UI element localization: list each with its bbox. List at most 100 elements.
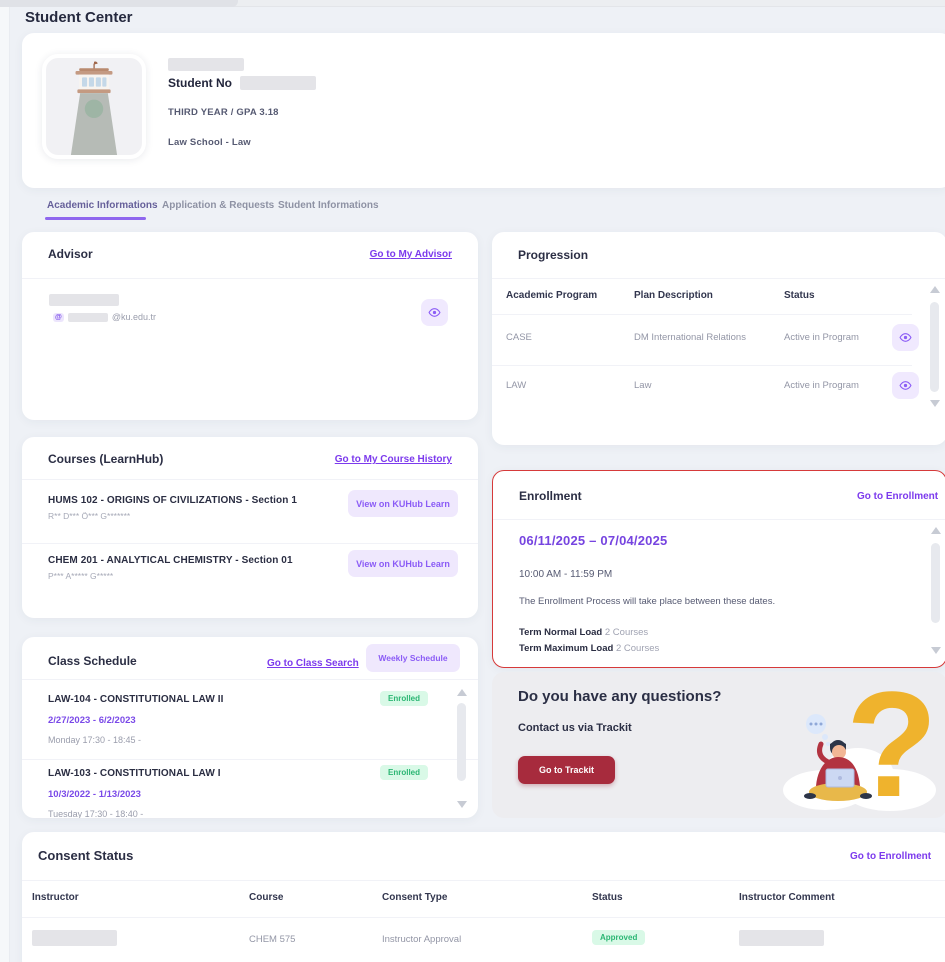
go-to-enrollment-link[interactable]: Go to Enrollment: [850, 851, 931, 862]
course-title: CHEM 201 - ANALYTICAL CHEMISTRY - Sectio…: [48, 555, 293, 566]
enrollment-date-range: 06/11/2025 – 07/04/2025: [519, 533, 667, 548]
left-panel-edge: [0, 7, 10, 962]
questions-card: Do you have any questions? Contact us vi…: [492, 672, 945, 818]
column-header-plan-description: Plan Description: [634, 290, 713, 301]
scrollbar-thumb[interactable]: [931, 543, 940, 623]
progression-card: Progression Academic Program Plan Descri…: [492, 232, 945, 445]
schedule-time: Monday 17:30 - 18:45 -: [48, 735, 141, 745]
normal-load-value: 2 Courses: [605, 627, 648, 638]
advisor-email-redacted: [68, 313, 108, 322]
view-on-kuhub-learn-button[interactable]: View on KUHub Learn: [348, 490, 458, 517]
progression-view-button[interactable]: [892, 372, 919, 399]
divider: [22, 917, 945, 918]
scroll-up-arrow[interactable]: [931, 527, 941, 534]
plan-cell: Law: [634, 380, 651, 391]
progression-view-button[interactable]: [892, 324, 919, 351]
class-schedule-card: Class Schedule Go to Class Search Weekly…: [22, 637, 478, 818]
column-header-consent-type: Consent Type: [382, 892, 447, 903]
student-center-page: Student Center Student No THI: [0, 0, 945, 962]
divider: [22, 759, 478, 760]
go-to-trackit-button[interactable]: Go to Trackit: [518, 756, 615, 784]
enrolled-badge: Enrolled: [380, 765, 428, 780]
max-load-value: 2 Courses: [616, 643, 659, 654]
divider: [493, 519, 945, 520]
status-cell: Active in Program: [784, 380, 859, 391]
student-no-redacted: [240, 76, 316, 90]
enrollment-time-range: 10:00 AM - 11:59 PM: [519, 569, 612, 580]
page-title: Student Center: [25, 9, 133, 26]
scroll-down-arrow[interactable]: [457, 801, 467, 808]
instructor-comment-redacted: [739, 930, 824, 946]
consent-status-card: Consent Status Go to Enrollment Instruct…: [22, 832, 945, 962]
scroll-up-arrow[interactable]: [930, 286, 940, 293]
progression-title: Progression: [518, 248, 588, 262]
active-tab-underline: [45, 217, 146, 220]
avatar: [42, 54, 146, 159]
schedule-course-title: LAW-103 - CONSTITUTIONAL LAW I: [48, 768, 221, 779]
consent-status-title: Consent Status: [38, 848, 133, 863]
divider: [22, 543, 478, 544]
divider: [22, 479, 478, 480]
schedule-time: Tuesday 17:30 - 18:40 -: [48, 809, 143, 818]
scroll-down-arrow[interactable]: [930, 400, 940, 407]
enrollment-card: Enrollment Go to Enrollment 06/11/2025 –…: [492, 470, 945, 668]
advisor-title: Advisor: [48, 247, 93, 261]
divider: [492, 314, 912, 315]
column-header-academic-program: Academic Program: [506, 290, 597, 301]
year-gpa-text: THIRD YEAR / GPA 3.18: [168, 107, 279, 118]
max-load-label: Term Maximum Load: [519, 643, 613, 654]
divider: [22, 278, 478, 279]
column-header-status: Status: [592, 892, 623, 903]
class-schedule-title: Class Schedule: [48, 654, 137, 668]
view-on-kuhub-learn-button[interactable]: View on KUHub Learn: [348, 550, 458, 577]
weekly-schedule-button[interactable]: Weekly Schedule: [366, 644, 460, 672]
scroll-down-arrow[interactable]: [931, 647, 941, 654]
scrollbar-thumb[interactable]: [457, 703, 466, 781]
consent-type-cell: Instructor Approval: [382, 934, 461, 945]
advisor-view-button[interactable]: [421, 299, 448, 326]
schedule-course-title: LAW-104 - CONSTITUTIONAL LAW II: [48, 694, 224, 705]
status-cell: Active in Program: [784, 332, 859, 343]
enrollment-description: The Enrollment Process will take place b…: [519, 593, 829, 610]
profile-card: Student No THIRD YEAR / GPA 3.18 Law Sch…: [22, 33, 945, 188]
schedule-dates: 10/3/2022 - 1/13/2023: [48, 789, 141, 800]
window-chrome-strip: [0, 0, 945, 7]
program-cell: LAW: [506, 380, 526, 391]
clock-tower-illustration: [46, 58, 142, 155]
enrolled-badge: Enrolled: [380, 691, 428, 706]
eye-icon: [899, 379, 912, 392]
tab-student-informations[interactable]: Student Informations: [278, 200, 379, 211]
column-header-instructor-comment: Instructor Comment: [739, 892, 835, 903]
browser-tab-edge: [0, 0, 238, 7]
question-mark-illustration: ?: [780, 678, 940, 813]
divider: [22, 679, 478, 680]
enrollment-title: Enrollment: [519, 489, 582, 503]
go-to-course-history-link[interactable]: Go to My Course History: [335, 454, 452, 465]
school-text: Law School - Law: [168, 137, 251, 148]
student-name-redacted: [168, 58, 244, 71]
scroll-up-arrow[interactable]: [457, 689, 467, 696]
schedule-dates: 2/27/2023 - 6/2/2023: [48, 715, 136, 726]
go-to-class-search-link[interactable]: Go to Class Search: [267, 658, 359, 669]
column-header-course: Course: [249, 892, 283, 903]
program-cell: CASE: [506, 332, 532, 343]
eye-icon: [428, 306, 441, 319]
tab-application-requests[interactable]: Application & Requests: [162, 200, 274, 211]
column-header-instructor: Instructor: [32, 892, 79, 903]
go-to-my-advisor-link[interactable]: Go to My Advisor: [370, 249, 452, 260]
advisor-card: Advisor Go to My Advisor @ @ku.edu.tr: [22, 232, 478, 420]
course-title: HUMS 102 - ORIGINS OF CIVILIZATIONS - Se…: [48, 495, 297, 506]
student-no-label: Student No: [168, 76, 232, 90]
tab-academic-informations[interactable]: Academic Informations: [47, 200, 158, 211]
courses-learnhub-card: Courses (LearnHub) Go to My Course Histo…: [22, 437, 478, 618]
divider: [492, 365, 912, 366]
eye-icon: [899, 331, 912, 344]
courses-title: Courses (LearnHub): [48, 452, 163, 466]
advisor-name-redacted: [49, 294, 119, 306]
divider: [492, 278, 945, 279]
scrollbar-thumb[interactable]: [930, 302, 939, 392]
go-to-enrollment-link[interactable]: Go to Enrollment: [857, 491, 938, 502]
course-cell: CHEM 575: [249, 934, 295, 945]
divider: [22, 880, 945, 881]
approved-badge: Approved: [592, 930, 645, 945]
